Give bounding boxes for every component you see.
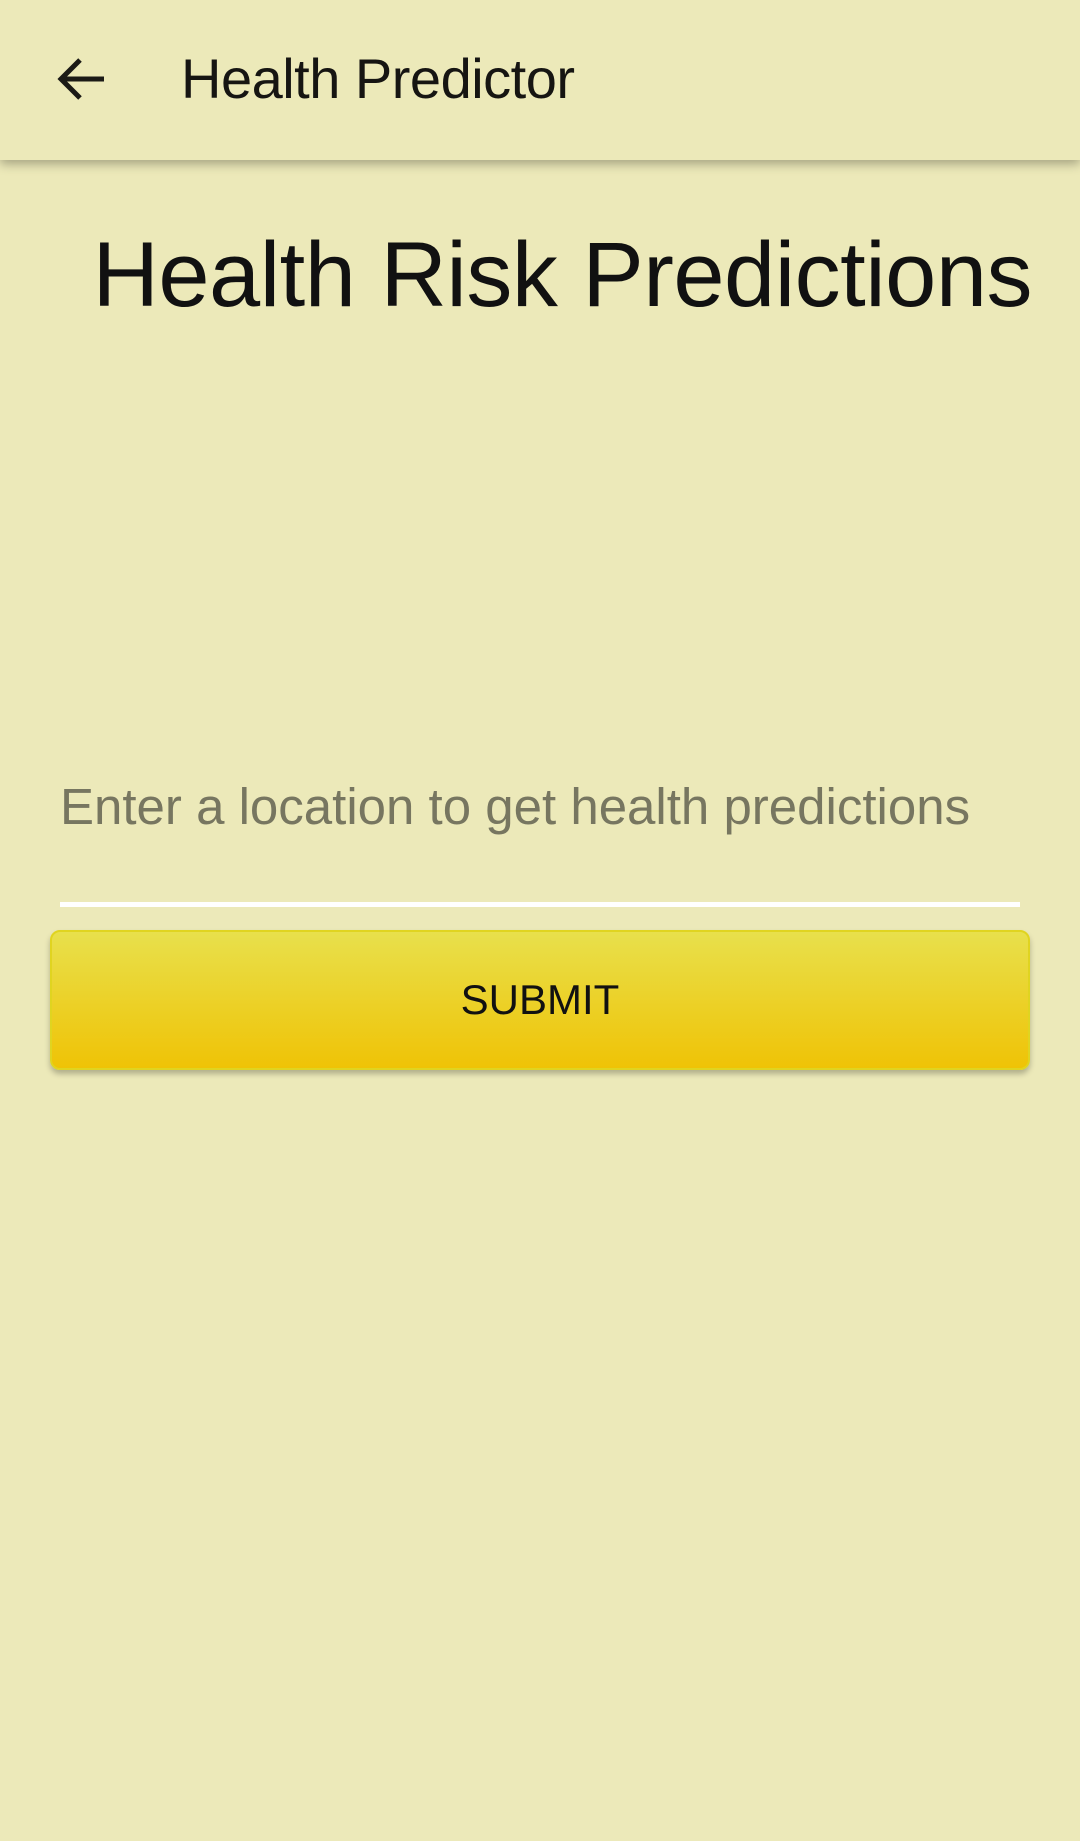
input-underline	[60, 902, 1020, 907]
app-bar: Health Predictor	[0, 0, 1080, 160]
page-title: Health Risk Predictions	[92, 224, 1032, 326]
arrow-left-icon	[57, 58, 104, 100]
submit-button[interactable]: SUBMIT	[50, 930, 1030, 1070]
location-input[interactable]	[60, 780, 1020, 890]
app-title: Health Predictor	[181, 47, 575, 110]
back-button[interactable]	[52, 50, 112, 110]
